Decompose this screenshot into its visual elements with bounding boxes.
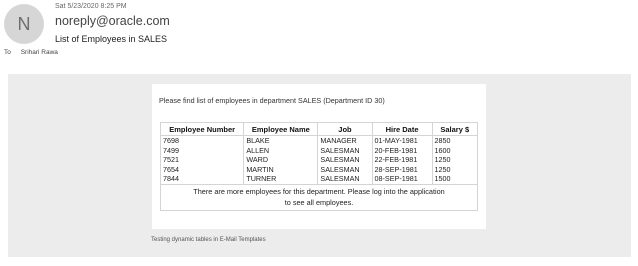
cell-employee-number: 7698 bbox=[159, 135, 245, 146]
employee-table: Employee Number Employee Name Job Hire D… bbox=[159, 122, 479, 211]
sent-date: Sat 5/23/2020 8:25 PM bbox=[55, 3, 127, 10]
cell-employee-name: BLAKE bbox=[243, 135, 319, 146]
cell-hire-date: 22-FEB-1981 bbox=[371, 155, 433, 165]
table-row: 7499 ALLEN SALESMAN 20-FEB-1981 1600 bbox=[159, 145, 479, 156]
header-hire-date: Hire Date bbox=[371, 122, 433, 136]
cell-salary: 1500 bbox=[431, 174, 479, 185]
cell-job: SALESMAN bbox=[317, 155, 373, 165]
cell-employee-name: WARD bbox=[243, 155, 319, 165]
cell-salary: 1250 bbox=[431, 155, 479, 165]
cell-hire-date: 20-FEB-1981 bbox=[371, 145, 433, 156]
cell-salary: 1250 bbox=[431, 164, 479, 175]
table-row: 7521 WARD SALESMAN 22-FEB-1981 1250 bbox=[159, 155, 479, 165]
cell-employee-name: TURNER bbox=[243, 174, 319, 185]
cell-hire-date: 08-SEP-1981 bbox=[371, 174, 433, 185]
table-note-row: There are more employees for this depart… bbox=[160, 184, 478, 211]
table-row: 7844 TURNER SALESMAN 08-SEP-1981 1500 bbox=[159, 174, 479, 185]
cell-employee-number: 7844 bbox=[159, 174, 245, 185]
more-employees-note: There are more employees for this depart… bbox=[160, 184, 478, 211]
header-job: Job bbox=[317, 122, 373, 136]
table-header-row: Employee Number Employee Name Job Hire D… bbox=[159, 122, 479, 136]
recipient-name[interactable]: Srihari Rawa bbox=[21, 49, 58, 56]
intro-text: Please find list of employees in departm… bbox=[159, 96, 385, 105]
cell-employee-number: 7499 bbox=[159, 145, 245, 156]
cell-job: SALESMAN bbox=[317, 164, 373, 175]
mail-header: N Sat 5/23/2020 8:25 PM noreply@oracle.c… bbox=[0, 0, 638, 60]
cell-job: SALESMAN bbox=[317, 174, 373, 185]
to-label: To bbox=[4, 49, 11, 56]
recipient-row: To Srihari Rawa bbox=[4, 49, 58, 56]
sender-address[interactable]: noreply@oracle.com bbox=[55, 14, 170, 28]
mail-subject: List of Employees in SALES bbox=[55, 34, 168, 44]
cell-employee-number: 7654 bbox=[159, 164, 245, 175]
content-card: Please find list of employees in departm… bbox=[152, 84, 486, 229]
cell-salary: 2850 bbox=[431, 135, 479, 146]
cell-employee-name: MARTIN bbox=[243, 164, 319, 175]
cell-job: SALESMAN bbox=[317, 145, 373, 156]
cell-employee-number: 7521 bbox=[159, 155, 245, 165]
header-employee-number: Employee Number bbox=[159, 122, 245, 136]
cell-salary: 1600 bbox=[431, 145, 479, 156]
footer-note: Testing dynamic tables in E-Mail Templat… bbox=[151, 237, 266, 243]
cell-job: MANAGER bbox=[317, 135, 373, 146]
cell-hire-date: 01-MAY-1981 bbox=[371, 135, 433, 146]
table-row: 7654 MARTIN SALESMAN 28-SEP-1981 1250 bbox=[159, 164, 479, 175]
mail-body-panel: Please find list of employees in departm… bbox=[8, 74, 631, 257]
sender-avatar[interactable]: N bbox=[4, 4, 44, 44]
cell-employee-name: ALLEN bbox=[243, 145, 319, 156]
header-employee-name: Employee Name bbox=[243, 122, 319, 136]
table-row: 7698 BLAKE MANAGER 01-MAY-1981 2850 bbox=[159, 135, 479, 146]
header-salary: Salary $ bbox=[431, 122, 479, 136]
cell-hire-date: 28-SEP-1981 bbox=[371, 164, 433, 175]
